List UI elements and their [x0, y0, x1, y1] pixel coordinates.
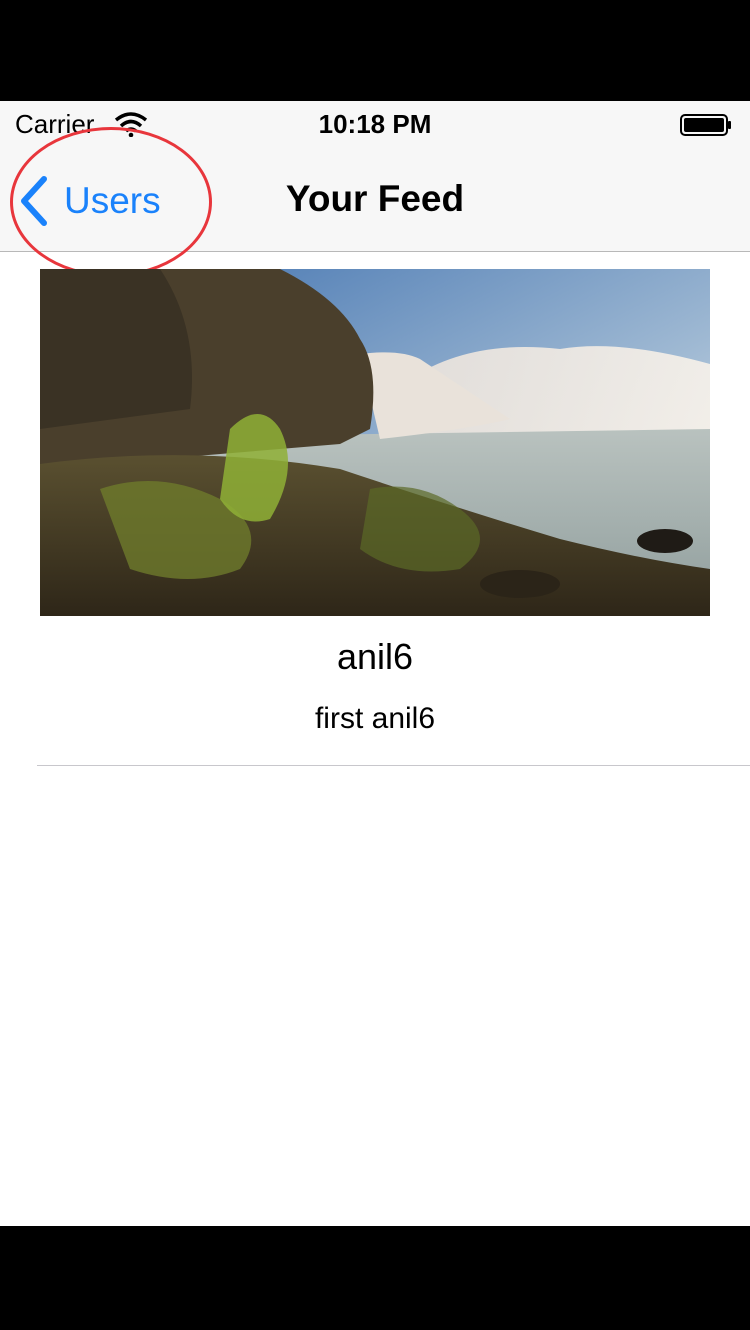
app-screen: Carrier 10:18 PM Users Your Feed anil6 f…: [0, 101, 750, 1226]
cell-separator: [37, 765, 750, 766]
feed-photo: [40, 269, 710, 616]
battery-icon: [680, 114, 731, 136]
annotation-circle: [10, 127, 212, 277]
waterfall-landscape-image: [40, 269, 710, 616]
post-author: anil6: [336, 636, 414, 677]
post-caption: first anil6: [314, 702, 436, 735]
